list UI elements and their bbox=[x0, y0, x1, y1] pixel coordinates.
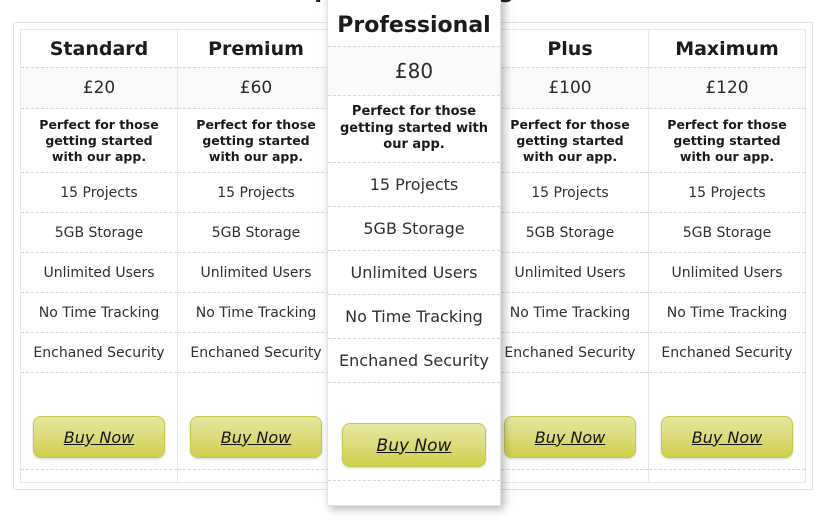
cta-row: Buy Now bbox=[649, 404, 805, 470]
plan-feature: Enchaned Security bbox=[492, 333, 648, 373]
plan-name: Premium bbox=[208, 37, 304, 60]
plan-feature: 15 Projects bbox=[21, 173, 177, 213]
spacer-row bbox=[492, 373, 648, 404]
plan-feature: Unlimited Users bbox=[492, 253, 648, 293]
spacer-row bbox=[649, 373, 805, 404]
cta-row: Buy Now bbox=[328, 409, 500, 481]
tail-row bbox=[492, 470, 648, 482]
spacer-row bbox=[328, 383, 500, 409]
plan-description: Perfect for those getting started with o… bbox=[21, 109, 177, 173]
plan-feature: Unlimited Users bbox=[649, 253, 805, 293]
pricing-page: PRICING TABLES Standard £20 Perfect for … bbox=[0, 0, 828, 525]
plan-feature: 5GB Storage bbox=[492, 213, 648, 253]
plan-feature: Unlimited Users bbox=[21, 253, 177, 293]
cta-row: Buy Now bbox=[492, 404, 648, 470]
plan-feature: Enchaned Security bbox=[328, 339, 500, 383]
pricing-column-standard[interactable]: Standard £20 Perfect for those getting s… bbox=[21, 30, 178, 482]
plan-description: Perfect for those getting started with o… bbox=[649, 109, 805, 173]
plan-price: £20 bbox=[21, 67, 177, 109]
spacer-row bbox=[178, 373, 334, 404]
plan-feature: Enchaned Security bbox=[178, 333, 334, 373]
plan-price: £120 bbox=[649, 67, 805, 109]
plan-feature: 5GB Storage bbox=[178, 213, 334, 253]
plan-feature: No Time Tracking bbox=[328, 295, 500, 339]
plan-description: Perfect for those getting started with o… bbox=[178, 109, 334, 173]
plan-feature: 15 Projects bbox=[328, 163, 500, 207]
plan-feature: No Time Tracking bbox=[178, 293, 334, 333]
plan-name: Professional bbox=[337, 13, 491, 38]
plan-name: Maximum bbox=[675, 37, 779, 60]
plan-feature: 15 Projects bbox=[649, 173, 805, 213]
tail-row bbox=[328, 481, 500, 505]
plan-feature: 15 Projects bbox=[492, 173, 648, 213]
buy-now-button[interactable]: Buy Now bbox=[33, 415, 165, 458]
spacer-row bbox=[21, 373, 177, 404]
tail-row bbox=[21, 470, 177, 482]
plan-description: Perfect for those getting started with o… bbox=[328, 96, 500, 163]
pricing-column-premium[interactable]: Premium £60 Perfect for those getting st… bbox=[178, 30, 335, 482]
plan-feature: 5GB Storage bbox=[21, 213, 177, 253]
buy-now-button[interactable]: Buy Now bbox=[342, 422, 486, 467]
plan-feature: 5GB Storage bbox=[649, 213, 805, 253]
pricing-column-maximum[interactable]: Maximum £120 Perfect for those getting s… bbox=[649, 30, 805, 482]
plan-name: Plus bbox=[547, 37, 593, 60]
plan-feature: Enchaned Security bbox=[21, 333, 177, 373]
plan-feature: No Time Tracking bbox=[21, 293, 177, 333]
plan-feature: No Time Tracking bbox=[649, 293, 805, 333]
plan-feature: Unlimited Users bbox=[328, 251, 500, 295]
plan-name: Standard bbox=[49, 37, 149, 60]
plan-feature: Enchaned Security bbox=[649, 333, 805, 373]
buy-now-button[interactable]: Buy Now bbox=[190, 415, 322, 458]
plan-feature: 15 Projects bbox=[178, 173, 334, 213]
buy-now-button[interactable]: Buy Now bbox=[661, 415, 793, 458]
plan-feature: Unlimited Users bbox=[178, 253, 334, 293]
plan-price: £100 bbox=[492, 67, 648, 109]
cta-row: Buy Now bbox=[178, 404, 334, 470]
buy-now-button[interactable]: Buy Now bbox=[504, 415, 636, 458]
plan-feature: 5GB Storage bbox=[328, 207, 500, 251]
cta-row: Buy Now bbox=[21, 404, 177, 470]
plan-price: £60 bbox=[178, 67, 334, 109]
plan-description: Perfect for those getting started with o… bbox=[492, 109, 648, 173]
pricing-column-professional-featured[interactable]: Professional £80 Perfect for those getti… bbox=[327, 0, 501, 506]
tail-row bbox=[178, 470, 334, 482]
plan-feature: No Time Tracking bbox=[492, 293, 648, 333]
plan-price: £80 bbox=[328, 46, 500, 96]
tail-row bbox=[649, 470, 805, 482]
pricing-column-plus[interactable]: Plus £100 Perfect for those getting star… bbox=[492, 30, 649, 482]
